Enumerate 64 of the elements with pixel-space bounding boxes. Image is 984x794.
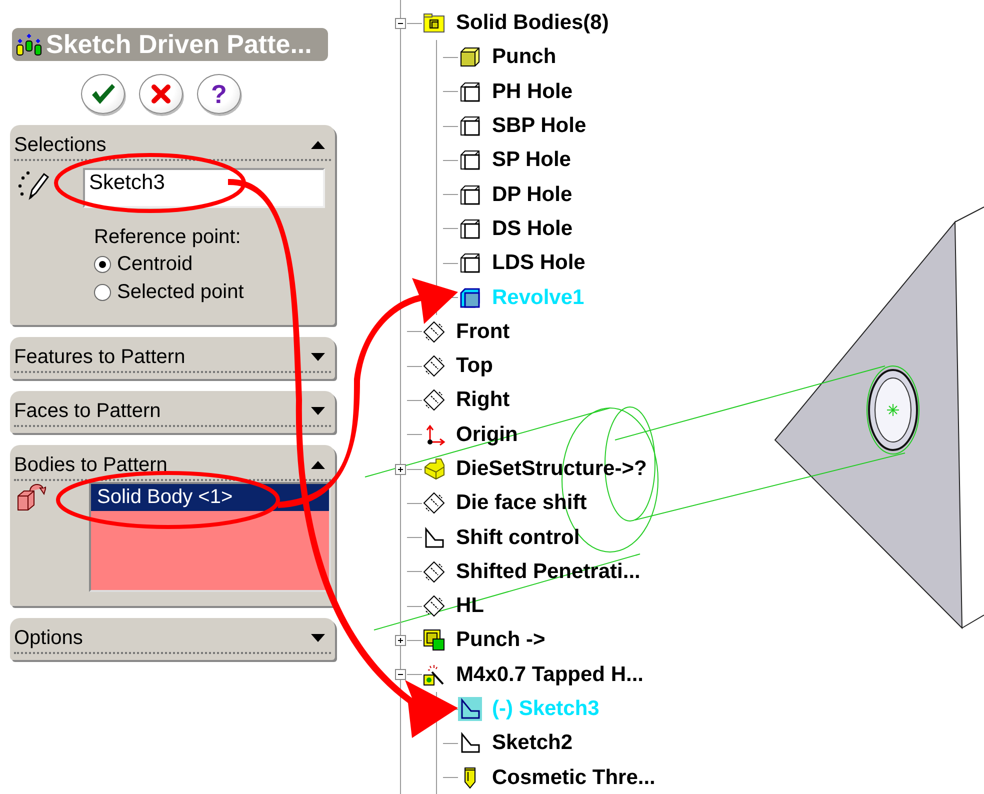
section-title: Features to Pattern bbox=[14, 346, 186, 368]
ok-button[interactable] bbox=[81, 74, 125, 114]
radio-label: Selected point bbox=[117, 280, 244, 304]
tree-item[interactable]: Front bbox=[456, 320, 510, 344]
plane-icon bbox=[422, 491, 446, 516]
plane-icon bbox=[422, 594, 446, 618]
expand-icon[interactable] bbox=[311, 407, 325, 415]
sketch-icon bbox=[458, 697, 482, 722]
expand-icon[interactable] bbox=[311, 634, 325, 642]
tree-item[interactable]: Solid Bodies(8) bbox=[456, 11, 609, 36]
cube-icon bbox=[458, 182, 482, 207]
tree-item[interactable]: SBP Hole bbox=[492, 114, 586, 138]
tree-item[interactable]: DP Hole bbox=[492, 182, 572, 207]
expand-toggle[interactable] bbox=[395, 634, 406, 646]
cancel-button[interactable] bbox=[139, 74, 183, 114]
tree-item[interactable]: PH Hole bbox=[492, 80, 573, 104]
tree-item[interactable]: Shift control bbox=[456, 526, 580, 550]
group-label: Reference point: bbox=[94, 226, 242, 250]
tree-item[interactable]: DS Hole bbox=[492, 216, 573, 241]
cube-icon bbox=[458, 45, 482, 70]
cube-icon bbox=[458, 251, 482, 276]
section-title: Options bbox=[14, 626, 83, 650]
pattern-icon bbox=[16, 32, 42, 56]
tree-item[interactable]: Punch -> bbox=[456, 628, 546, 652]
block-icon bbox=[422, 457, 446, 481]
expand-toggle[interactable] bbox=[395, 669, 406, 680]
expand-toggle[interactable] bbox=[395, 18, 406, 29]
collapse-icon[interactable] bbox=[311, 141, 325, 149]
close-icon bbox=[150, 83, 172, 105]
tree-item[interactable]: Right bbox=[456, 388, 510, 412]
hole-wizard-icon bbox=[422, 662, 446, 687]
tree-item[interactable]: Top bbox=[456, 354, 493, 378]
help-button[interactable]: ? bbox=[197, 74, 241, 114]
tree-item[interactable]: M4x0.7 Tapped H... bbox=[456, 662, 644, 687]
plane-icon bbox=[422, 388, 446, 412]
radio-button[interactable] bbox=[94, 256, 111, 272]
section-title: Selections bbox=[14, 134, 106, 156]
expand-toggle[interactable] bbox=[395, 464, 406, 474]
cube-icon bbox=[458, 148, 482, 172]
folder-icon bbox=[422, 11, 446, 36]
tree-item[interactable]: Sketch2 bbox=[492, 731, 573, 756]
tree-item[interactable]: Cosmetic Thre... bbox=[492, 766, 656, 790]
cube-icon bbox=[458, 114, 482, 138]
cube-icon bbox=[458, 216, 482, 241]
selection-field[interactable]: Sketch3 bbox=[83, 168, 325, 208]
tree-item[interactable]: SP Hole bbox=[492, 148, 571, 172]
body-icon bbox=[16, 482, 46, 512]
plane-icon bbox=[422, 354, 446, 378]
radio-label: Centroid bbox=[117, 252, 193, 276]
component-icon bbox=[422, 628, 446, 652]
plane-icon bbox=[422, 560, 446, 584]
tree-item[interactable]: Origin bbox=[456, 422, 518, 447]
section-title: Faces to Pattern bbox=[14, 400, 161, 422]
list-item[interactable]: Solid Body <1> bbox=[91, 484, 329, 511]
section-title: Bodies to Pattern bbox=[14, 454, 168, 476]
expand-icon[interactable] bbox=[311, 353, 325, 361]
cube-icon bbox=[458, 286, 482, 310]
tree-item[interactable]: LDS Hole bbox=[492, 251, 586, 276]
check-icon bbox=[90, 82, 116, 106]
cube-icon bbox=[458, 80, 482, 104]
window-title: Sketch Driven Patte... bbox=[46, 29, 312, 60]
tree-item[interactable]: Punch bbox=[492, 45, 556, 70]
plane-icon bbox=[422, 320, 446, 344]
radio-button[interactable] bbox=[94, 284, 111, 300]
